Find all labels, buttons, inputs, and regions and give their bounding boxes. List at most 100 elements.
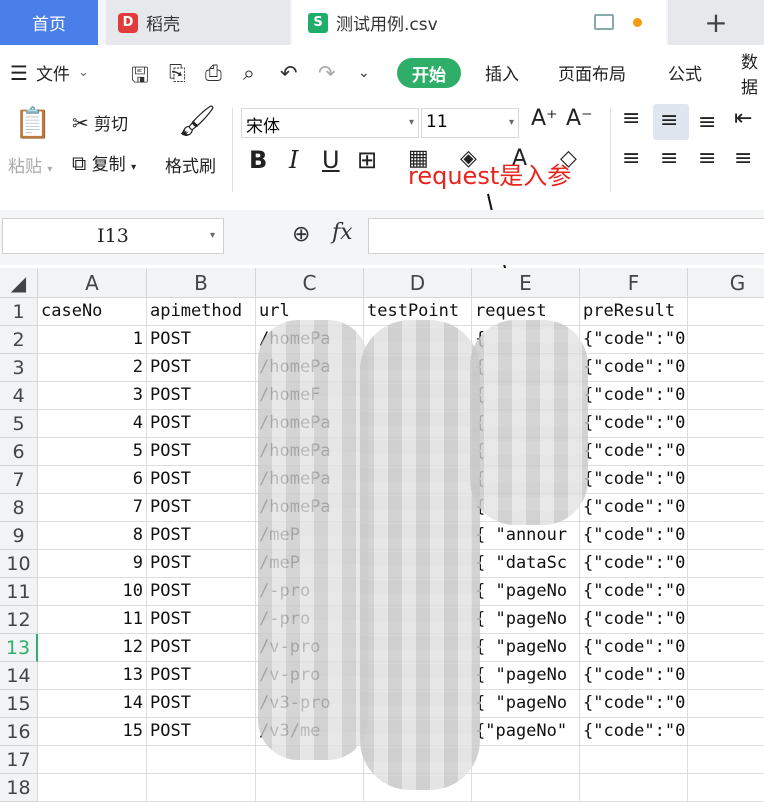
- table-cell[interactable]: 1: [38, 326, 147, 354]
- table-cell[interactable]: POST: [147, 578, 256, 606]
- row-header-11[interactable]: 11: [0, 578, 38, 606]
- row-header-9[interactable]: 9: [0, 522, 38, 550]
- table-cell[interactable]: {"code":"0",messa: [580, 662, 688, 690]
- row-header-6[interactable]: 6: [0, 438, 38, 466]
- table-cell[interactable]: { "pageNo: [472, 662, 580, 690]
- table-cell[interactable]: 3: [38, 382, 147, 410]
- table-cell[interactable]: { "pageNo: [472, 606, 580, 634]
- table-cell[interactable]: [688, 774, 764, 802]
- table-cell[interactable]: [688, 354, 764, 382]
- table-cell[interactable]: [688, 550, 764, 578]
- row-header-13[interactable]: 13: [0, 634, 38, 662]
- table-cell[interactable]: 7: [38, 494, 147, 522]
- table-cell[interactable]: POST: [147, 662, 256, 690]
- row-header-17[interactable]: 17: [0, 746, 38, 774]
- row-header-4[interactable]: 4: [0, 382, 38, 410]
- table-cell[interactable]: [256, 774, 364, 802]
- table-cell[interactable]: [688, 718, 764, 746]
- table-cell[interactable]: 4: [38, 410, 147, 438]
- table-cell[interactable]: { "annour: [472, 522, 580, 550]
- table-cell[interactable]: [688, 606, 764, 634]
- table-cell[interactable]: 8: [38, 522, 147, 550]
- column-header-a[interactable]: A: [38, 268, 147, 298]
- row-header-16[interactable]: 16: [0, 718, 38, 746]
- column-header-c[interactable]: C: [256, 268, 364, 298]
- table-cell[interactable]: {"code":"0",messa: [580, 466, 688, 494]
- table-cell[interactable]: {"code":"0",messa: [580, 578, 688, 606]
- table-cell[interactable]: 11: [38, 606, 147, 634]
- table-cell[interactable]: {"code":"0",messa: [580, 690, 688, 718]
- table-cell[interactable]: [688, 466, 764, 494]
- table-cell[interactable]: 10: [38, 578, 147, 606]
- table-cell[interactable]: {"code":"0",messa: [580, 354, 688, 382]
- table-cell[interactable]: POST: [147, 690, 256, 718]
- table-cell[interactable]: 15: [38, 718, 147, 746]
- table-cell[interactable]: POST: [147, 438, 256, 466]
- table-cell[interactable]: 2: [38, 354, 147, 382]
- row-header-3[interactable]: 3: [0, 354, 38, 382]
- row-header-14[interactable]: 14: [0, 662, 38, 690]
- table-cell[interactable]: [38, 774, 147, 802]
- header-cell[interactable]: apimethod: [147, 298, 256, 326]
- row-header-8[interactable]: 8: [0, 494, 38, 522]
- table-cell[interactable]: [580, 774, 688, 802]
- row-header-5[interactable]: 5: [0, 410, 38, 438]
- row-header-15[interactable]: 15: [0, 690, 38, 718]
- header-cell[interactable]: [688, 298, 764, 326]
- select-all-corner[interactable]: ◢: [0, 268, 38, 298]
- table-cell[interactable]: {"code":"0",messa: [580, 606, 688, 634]
- table-cell[interactable]: [688, 382, 764, 410]
- table-cell[interactable]: {"code":"0",messa: [580, 550, 688, 578]
- table-cell[interactable]: [472, 774, 580, 802]
- header-cell[interactable]: preResult: [580, 298, 688, 326]
- table-cell[interactable]: [688, 410, 764, 438]
- zoom-search-icon[interactable]: ⊕: [292, 222, 310, 247]
- table-cell[interactable]: POST: [147, 466, 256, 494]
- table-cell[interactable]: [147, 774, 256, 802]
- table-cell[interactable]: 5: [38, 438, 147, 466]
- column-header-g[interactable]: G: [688, 268, 764, 298]
- column-header-d[interactable]: D: [364, 268, 472, 298]
- table-cell[interactable]: [688, 438, 764, 466]
- table-cell[interactable]: {"code":"0",messa: [580, 410, 688, 438]
- table-cell[interactable]: POST: [147, 354, 256, 382]
- table-cell[interactable]: POST: [147, 326, 256, 354]
- table-cell[interactable]: [580, 746, 688, 774]
- row-header-12[interactable]: 12: [0, 606, 38, 634]
- fx-icon[interactable]: fx: [332, 220, 353, 245]
- table-cell[interactable]: [688, 690, 764, 718]
- table-cell[interactable]: POST: [147, 718, 256, 746]
- table-cell[interactable]: [688, 326, 764, 354]
- header-cell[interactable]: caseNo: [38, 298, 147, 326]
- table-cell[interactable]: POST: [147, 606, 256, 634]
- row-header-2[interactable]: 2: [0, 326, 38, 354]
- table-cell[interactable]: {"code":"0",messa: [580, 438, 688, 466]
- name-box[interactable]: I13: [2, 218, 224, 254]
- table-cell[interactable]: [147, 746, 256, 774]
- table-cell[interactable]: [688, 522, 764, 550]
- table-cell[interactable]: 6: [38, 466, 147, 494]
- table-cell[interactable]: 12: [38, 634, 147, 662]
- row-header-7[interactable]: 7: [0, 466, 38, 494]
- table-cell[interactable]: [688, 746, 764, 774]
- table-cell[interactable]: { "pageNo: [472, 690, 580, 718]
- table-cell[interactable]: [688, 662, 764, 690]
- formula-input[interactable]: [368, 218, 764, 254]
- chevron-down-icon[interactable]: ▾: [210, 230, 215, 241]
- table-cell[interactable]: {"code":"0",messa: [580, 326, 688, 354]
- table-cell[interactable]: POST: [147, 550, 256, 578]
- table-cell[interactable]: POST: [147, 634, 256, 662]
- column-header-f[interactable]: F: [580, 268, 688, 298]
- table-cell[interactable]: 13: [38, 662, 147, 690]
- column-header-b[interactable]: B: [147, 268, 256, 298]
- table-cell[interactable]: POST: [147, 410, 256, 438]
- table-cell[interactable]: POST: [147, 494, 256, 522]
- table-cell[interactable]: {"code":"0",messa: [580, 634, 688, 662]
- column-header-e[interactable]: E: [472, 268, 580, 298]
- row-header-18[interactable]: 18: [0, 774, 38, 802]
- table-cell[interactable]: {"code":"0",messa: [580, 718, 688, 746]
- table-cell[interactable]: { "pageNo: [472, 578, 580, 606]
- table-cell[interactable]: [688, 494, 764, 522]
- table-cell[interactable]: [472, 746, 580, 774]
- table-cell[interactable]: 9: [38, 550, 147, 578]
